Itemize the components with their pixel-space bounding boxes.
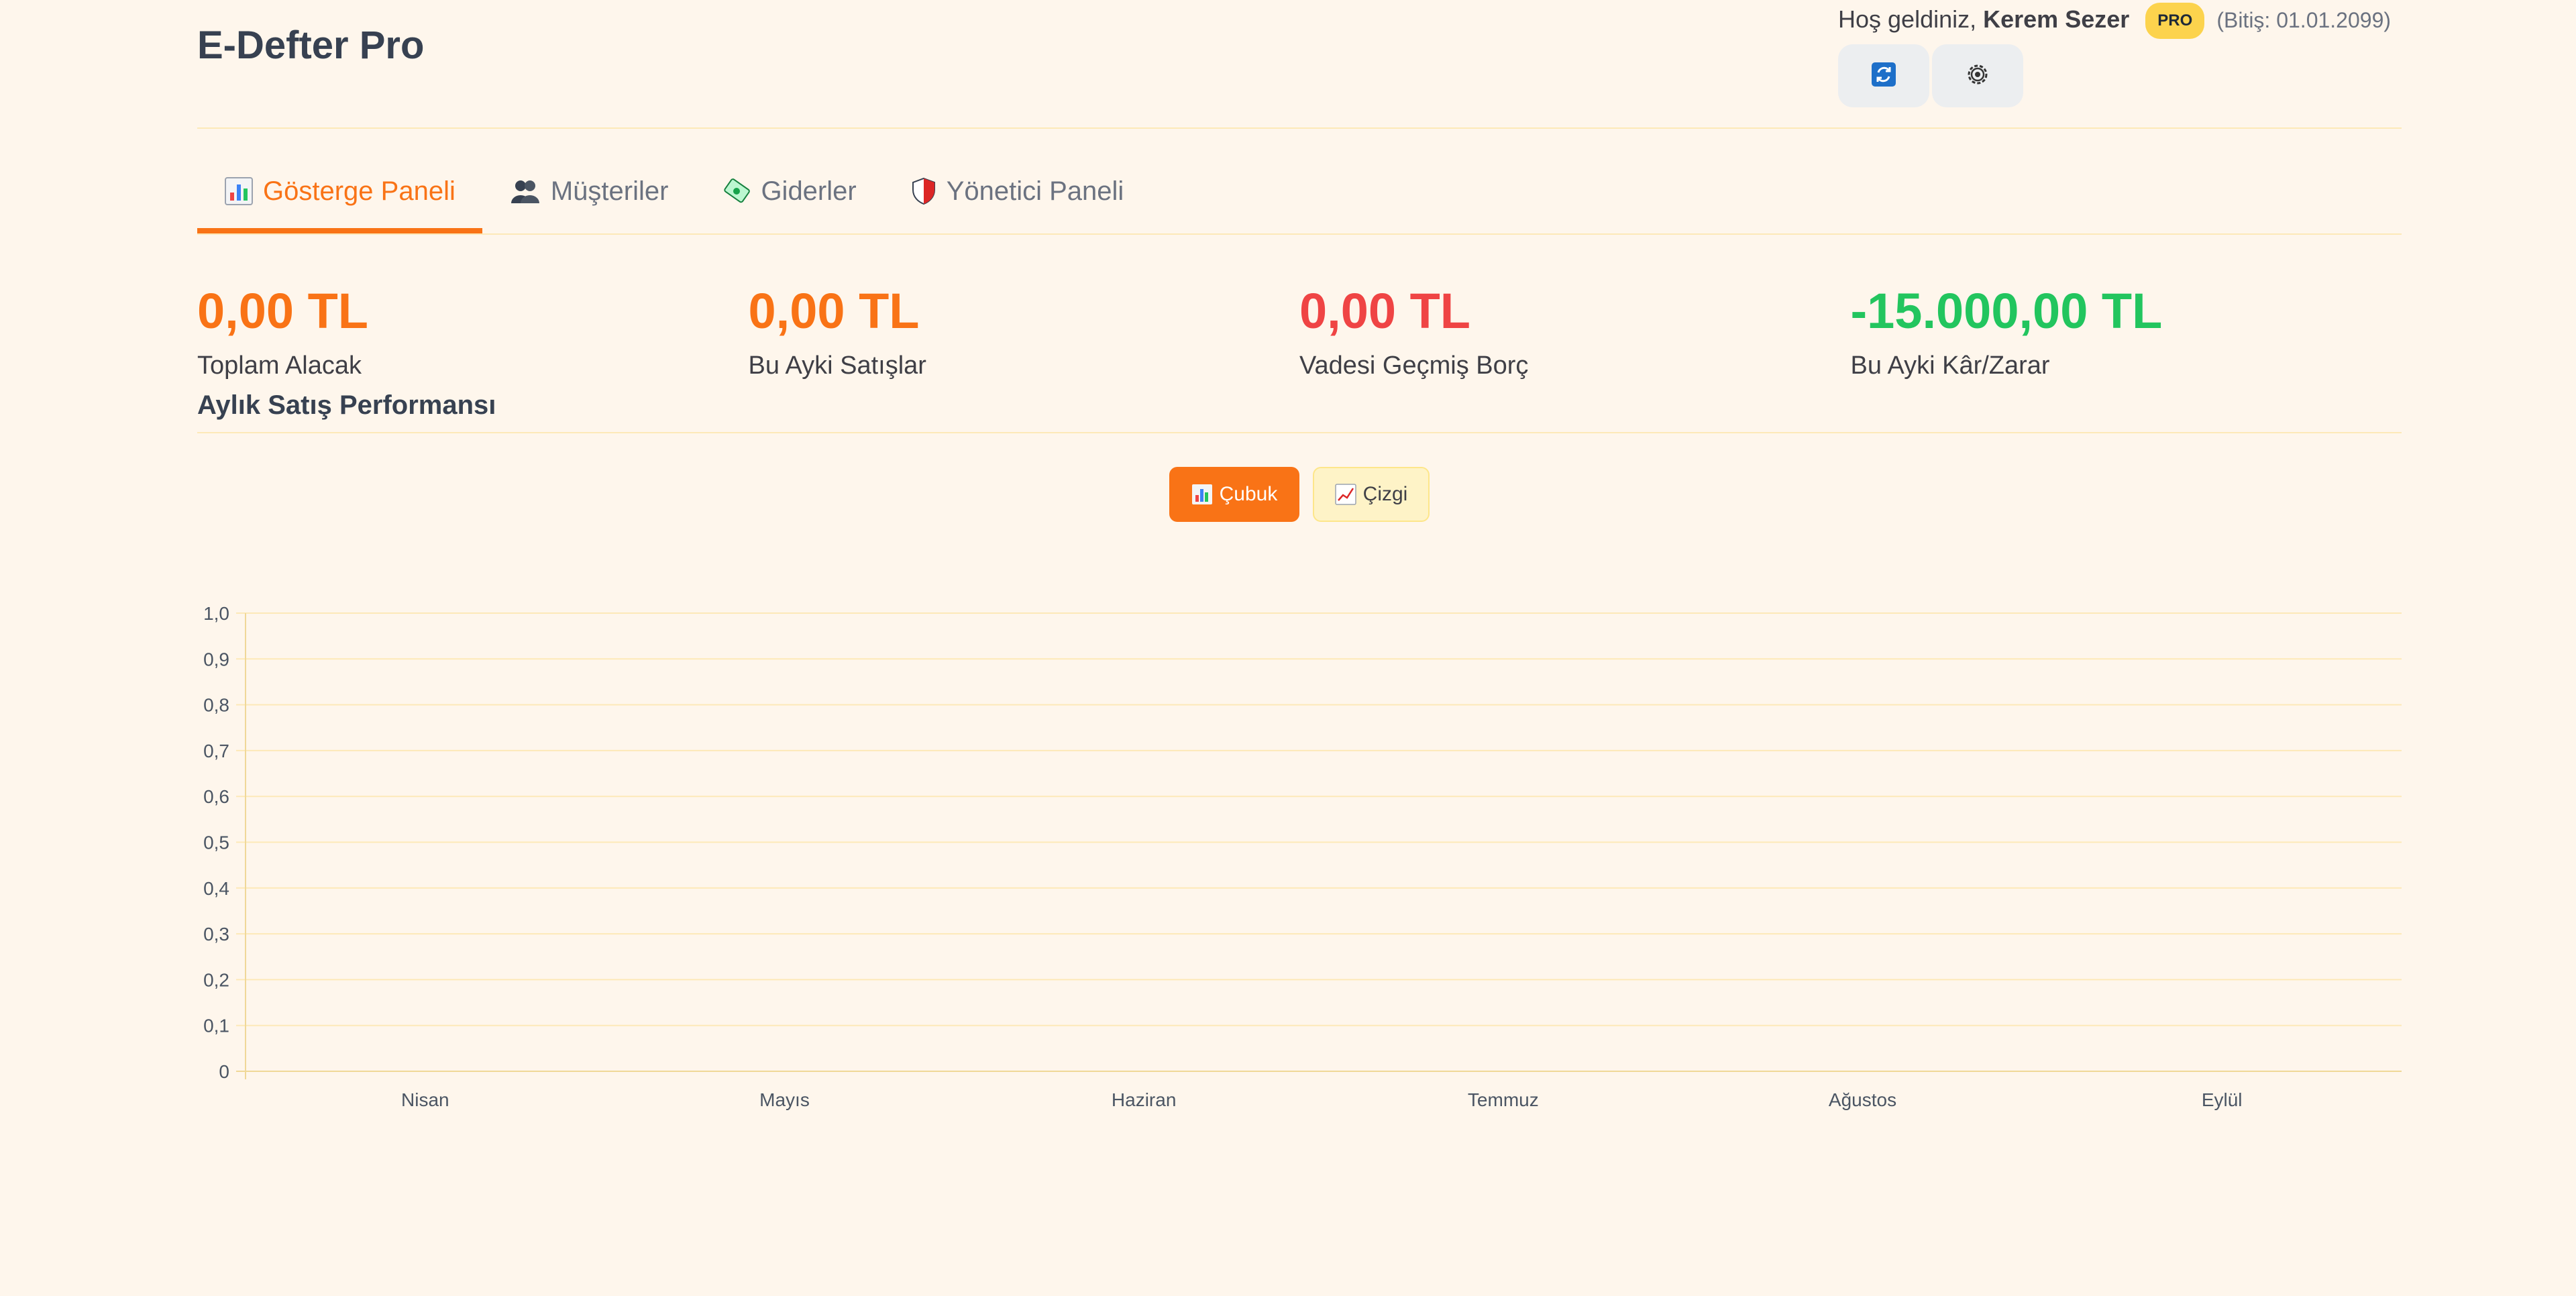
tab-label: Müşteriler: [550, 176, 669, 206]
chart-type-toggle: Çubuk Çizgi: [197, 467, 2402, 522]
app-title: E-Defter Pro: [197, 23, 425, 67]
y-tick-label: 0,2: [203, 969, 229, 990]
refresh-button[interactable]: [1838, 44, 1929, 107]
x-tick-label: Ağustos: [1829, 1089, 1896, 1110]
user-name: Kerem Sezer: [1983, 5, 2130, 33]
tab-admin[interactable]: Yönetici Paneli: [883, 129, 1151, 233]
kpi-value: 0,00 TL: [197, 283, 368, 339]
y-tick-label: 0,8: [203, 695, 229, 716]
main-tabs: Gösterge Paneli Müşteriler Giderler Yöne…: [197, 129, 2402, 235]
header-actions: [1838, 44, 2402, 107]
y-tick-label: 0,4: [203, 878, 229, 899]
bar-chart-label: Çubuk: [1219, 483, 1278, 505]
kpi-label: Vadesi Geçmiş Borç: [1299, 352, 1529, 380]
bar-chart-button[interactable]: Çubuk: [1169, 467, 1299, 522]
y-tick-label: 1,0: [203, 603, 229, 624]
kpi-value: -15.000,00 TL: [1850, 283, 2163, 339]
kpi-monthly-sales: 0,00 TL Bu Ayki Satışlar: [749, 235, 1300, 389]
x-tick-label: Temmuz: [1468, 1089, 1539, 1110]
kpi-label: Bu Ayki Satışlar: [748, 352, 926, 380]
settings-button[interactable]: [1932, 44, 2023, 107]
tab-expenses[interactable]: Giderler: [695, 129, 883, 233]
bar-chart-icon: [224, 176, 254, 206]
kpi-total-receivable: 0,00 TL Toplam Alacak: [197, 235, 749, 389]
kpi-label: Toplam Alacak: [197, 352, 362, 380]
kpi-row: 0,00 TL Toplam Alacak 0,00 TL Bu Ayki Sa…: [197, 235, 2402, 389]
shield-icon: [910, 176, 937, 206]
tab-label: Gösterge Paneli: [263, 176, 455, 206]
y-tick-label: 0,5: [203, 832, 229, 853]
line-chart-label: Çizgi: [1362, 483, 1408, 505]
kpi-overdue-debt: 0,00 TL Vadesi Geçmiş Borç: [1299, 235, 1851, 389]
plan-badge: PRO: [2145, 3, 2205, 39]
bar-chart-icon: [1191, 484, 1213, 505]
tab-label: Giderler: [761, 176, 857, 206]
app: E-Defter Pro Hoş geldiniz, Kerem Sezer P…: [197, 0, 2402, 1110]
kpi-label: Bu Ayki Kâr/Zarar: [1850, 352, 2050, 380]
welcome-prefix: Hoş geldiniz,: [1838, 5, 1977, 33]
money-icon: [722, 176, 751, 206]
y-tick-label: 0,1: [203, 1016, 229, 1036]
y-tick-label: 0,7: [203, 741, 229, 761]
y-tick-label: 0,3: [203, 924, 229, 944]
x-tick-label: Eylül: [2202, 1089, 2243, 1110]
y-tick-label: 0: [219, 1061, 229, 1082]
tab-label: Yönetici Paneli: [946, 176, 1124, 206]
user-box: Hoş geldiniz, Kerem Sezer PRO (Bitiş: 01…: [1838, 3, 2402, 107]
y-tick-label: 0,9: [203, 649, 229, 669]
expiry-date: (Bitiş: 01.01.2099): [2216, 8, 2392, 32]
sales-chart: 0 0,1 0,2 0,3 0,4 0,5 0,6 0,7 0,8 0,9 1,0 Nisan Mayı…: [203, 603, 2402, 1110]
kpi-value: 0,00 TL: [1299, 283, 1470, 339]
kpi-monthly-profit: -15.000,00 TL Bu Ayki Kâr/Zarar: [1851, 235, 2402, 389]
welcome-line: Hoş geldiniz, Kerem Sezer PRO (Bitiş: 01…: [1838, 3, 2402, 39]
line-chart-icon: [1334, 484, 1356, 505]
gear-icon: [1964, 61, 1991, 91]
tab-customers[interactable]: Müşteriler: [482, 129, 696, 233]
line-chart-button[interactable]: Çizgi: [1313, 467, 1430, 522]
x-tick-label: Mayıs: [759, 1089, 810, 1110]
refresh-icon: [1870, 61, 1897, 91]
section-title: Aylık Satış Performansı: [197, 389, 2402, 433]
header: E-Defter Pro Hoş geldiniz, Kerem Sezer P…: [197, 0, 2402, 129]
x-tick-label: Haziran: [1112, 1089, 1176, 1110]
x-tick-label: Nisan: [401, 1089, 449, 1110]
kpi-value: 0,00 TL: [748, 283, 920, 339]
users-icon: [509, 176, 541, 206]
y-tick-label: 0,6: [203, 786, 229, 807]
tab-dashboard[interactable]: Gösterge Paneli: [197, 129, 482, 233]
